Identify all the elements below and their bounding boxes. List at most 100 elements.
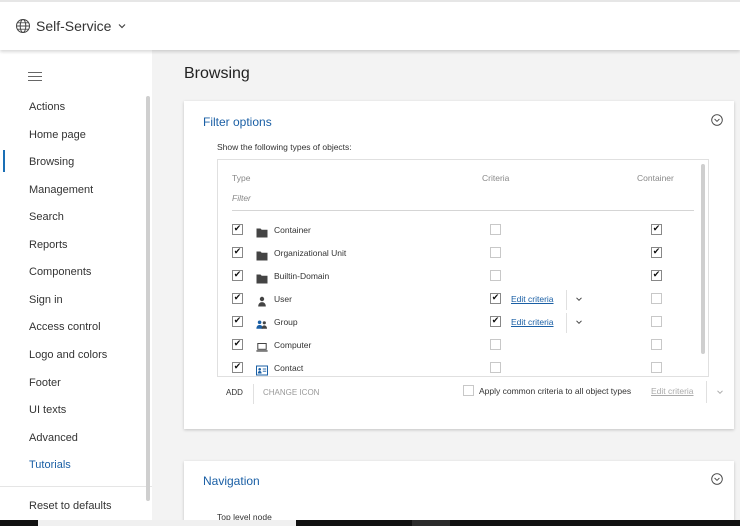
apply-common-criteria-checkbox[interactable] xyxy=(463,385,474,396)
common-edit-criteria-link[interactable]: Edit criteria xyxy=(651,386,694,396)
folder-icon xyxy=(256,225,268,238)
sidebar-item-home-page[interactable]: Home page xyxy=(29,129,86,141)
computer-icon xyxy=(256,340,268,352)
type-enabled-checkbox[interactable]: ✔ xyxy=(232,224,243,235)
table-row: ✔ Container ✔ xyxy=(218,224,688,240)
apply-common-criteria-label: Apply common criteria to all object type… xyxy=(479,386,632,396)
app-switcher-label[interactable]: Self-Service xyxy=(36,18,111,34)
bottom-strip xyxy=(0,520,740,526)
user-icon xyxy=(256,294,268,307)
sidebar-item-logo-and-colors[interactable]: Logo and colors xyxy=(29,349,107,361)
active-indicator xyxy=(3,150,5,172)
sidebar-item-search[interactable]: Search xyxy=(29,211,64,223)
type-label: Builtin-Domain xyxy=(274,271,330,281)
group-icon xyxy=(256,317,268,329)
type-enabled-checkbox[interactable]: ✔ xyxy=(232,362,243,373)
container-checkbox[interactable]: ✔ xyxy=(651,270,662,281)
chevron-down-icon[interactable] xyxy=(575,318,583,326)
sidebar-item-access-control[interactable]: Access control xyxy=(29,321,101,333)
sidebar-item-actions[interactable]: Actions xyxy=(29,101,65,113)
bottom-strip-segment xyxy=(412,520,450,526)
navigation-card: Navigation Top level node xyxy=(184,461,734,526)
column-header-criteria: Criteria xyxy=(482,173,510,183)
criteria-checkbox[interactable] xyxy=(490,362,501,373)
container-checkbox[interactable] xyxy=(651,293,662,304)
separator xyxy=(566,313,567,333)
type-enabled-checkbox[interactable]: ✔ xyxy=(232,339,243,350)
object-types-table: Type Criteria Container Filter ✔ Containe… xyxy=(217,159,709,377)
edit-criteria-link[interactable]: Edit criteria xyxy=(511,294,554,304)
folder-icon xyxy=(256,248,268,261)
table-scrollbar[interactable] xyxy=(701,164,705,354)
column-header-container: Container xyxy=(637,173,674,183)
table-row: ✔ Organizational Unit ✔ xyxy=(218,247,688,263)
sidebar-item-footer[interactable]: Footer xyxy=(29,377,61,389)
hamburger-menu-icon[interactable] xyxy=(28,72,42,82)
page-title: Browsing xyxy=(184,65,250,82)
separator xyxy=(253,384,254,404)
sidebar: Actions Home page Browsing Management Se… xyxy=(0,50,152,526)
table-row: ✔ Builtin-Domain ✔ xyxy=(218,270,688,286)
filter-input[interactable]: Filter xyxy=(232,193,251,203)
edit-criteria-link[interactable]: Edit criteria xyxy=(511,317,554,327)
add-button[interactable]: ADD xyxy=(226,388,243,397)
type-enabled-checkbox[interactable]: ✔ xyxy=(232,293,243,304)
filter-subtitle: Show the following types of objects: xyxy=(217,142,352,152)
container-checkbox[interactable] xyxy=(651,362,662,373)
type-label: User xyxy=(274,294,292,304)
table-row: ✔ Group ✔ Edit criteria xyxy=(218,313,688,333)
sidebar-item-management[interactable]: Management xyxy=(29,184,93,196)
sidebar-divider xyxy=(0,486,152,487)
top-bar: Self-Service xyxy=(0,0,740,50)
filter-underline xyxy=(232,210,694,211)
collapse-circle-icon[interactable] xyxy=(711,473,723,485)
globe-icon xyxy=(16,19,30,33)
type-label: Contact xyxy=(274,363,304,373)
table-row: ✔ Contact xyxy=(218,362,688,378)
type-label: Container xyxy=(274,225,311,235)
criteria-checkbox[interactable] xyxy=(490,339,501,350)
column-header-type: Type xyxy=(232,173,251,183)
collapse-circle-icon[interactable] xyxy=(711,114,723,126)
sidebar-item-tutorials[interactable]: Tutorials xyxy=(29,459,71,471)
type-enabled-checkbox[interactable]: ✔ xyxy=(232,316,243,327)
sidebar-item-reports[interactable]: Reports xyxy=(29,239,68,251)
sidebar-item-browsing[interactable]: Browsing xyxy=(29,156,74,168)
container-checkbox[interactable] xyxy=(651,316,662,327)
sidebar-scrollbar[interactable] xyxy=(146,96,150,501)
filter-options-title[interactable]: Filter options xyxy=(203,115,272,129)
bottom-strip-segment xyxy=(38,520,296,526)
filter-options-card: Filter options Show the following types … xyxy=(184,101,734,429)
type-label: Computer xyxy=(274,340,312,350)
table-row: ✔ Computer xyxy=(218,339,688,355)
sidebar-item-advanced[interactable]: Advanced xyxy=(29,432,78,444)
criteria-checkbox[interactable] xyxy=(490,224,501,235)
container-checkbox[interactable]: ✔ xyxy=(651,247,662,258)
criteria-checkbox[interactable]: ✔ xyxy=(490,316,501,327)
criteria-checkbox[interactable]: ✔ xyxy=(490,293,501,304)
sidebar-item-sign-in[interactable]: Sign in xyxy=(29,294,63,306)
separator xyxy=(566,290,567,310)
container-checkbox[interactable]: ✔ xyxy=(651,224,662,235)
navigation-title[interactable]: Navigation xyxy=(203,474,260,488)
container-checkbox[interactable] xyxy=(651,339,662,350)
type-enabled-checkbox[interactable]: ✔ xyxy=(232,270,243,281)
main-content: Browsing Filter options Show the followi… xyxy=(152,50,740,526)
table-row: ✔ User ✔ Edit criteria xyxy=(218,290,688,310)
chevron-down-icon[interactable] xyxy=(117,21,127,31)
separator xyxy=(706,381,707,403)
sidebar-item-ui-texts[interactable]: UI texts xyxy=(29,404,66,416)
type-label: Group xyxy=(274,317,298,327)
criteria-checkbox[interactable] xyxy=(490,270,501,281)
sidebar-item-components[interactable]: Components xyxy=(29,266,91,278)
reset-to-defaults-link[interactable]: Reset to defaults xyxy=(29,500,112,512)
folder-icon xyxy=(256,271,268,284)
chevron-down-icon[interactable] xyxy=(575,295,583,303)
contact-card-icon xyxy=(256,363,268,376)
chevron-down-icon[interactable] xyxy=(716,388,724,396)
criteria-checkbox[interactable] xyxy=(490,247,501,258)
type-enabled-checkbox[interactable]: ✔ xyxy=(232,247,243,258)
type-label: Organizational Unit xyxy=(274,248,347,258)
filter-actions-bar: ADD CHANGE ICON Apply common criteria to… xyxy=(217,381,737,404)
change-icon-button[interactable]: CHANGE ICON xyxy=(263,388,319,397)
